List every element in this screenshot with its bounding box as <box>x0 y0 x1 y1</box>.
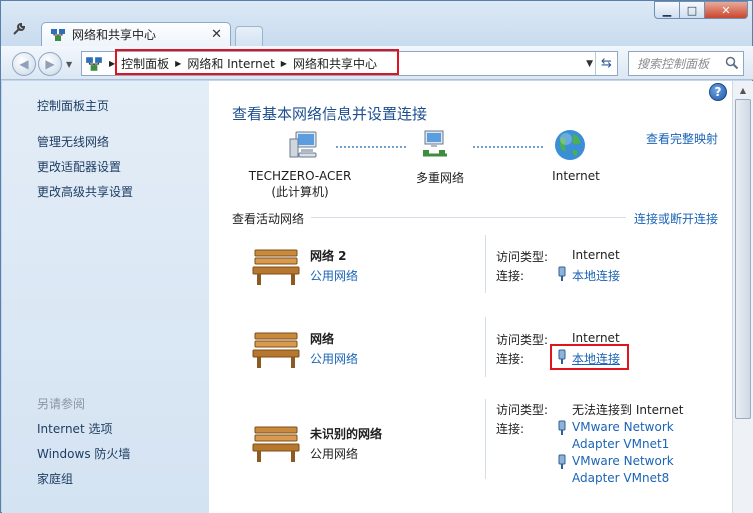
view-full-map-link[interactable]: 查看完整映射 <box>646 130 718 147</box>
tab-strip: 网络和共享中心 ✕ ▁ □ ✕ <box>1 1 753 46</box>
search-placeholder: 搜索控制面板 <box>637 57 710 71</box>
network-name: 网络 2 <box>310 249 347 263</box>
address-highlight-box <box>115 49 399 75</box>
computer-subtitle: (此计算机) <box>271 185 329 199</box>
page-title: 查看基本网络信息并设置连接 <box>232 105 428 123</box>
back-button[interactable]: ◀ <box>12 52 36 76</box>
sidebar-item-adapter-settings[interactable]: 更改适配器设置 <box>37 158 121 175</box>
address-dropdown-icon[interactable]: ▼ <box>586 59 593 69</box>
network-center-icon <box>51 28 65 41</box>
refresh-icon[interactable]: ⇆ <box>595 52 617 75</box>
map-connector-line <box>336 146 406 148</box>
new-tab-button[interactable] <box>235 26 263 46</box>
multiple-networks-icon[interactable] <box>419 129 451 161</box>
sidebar-item-advanced-sharing[interactable]: 更改高级共享设置 <box>37 183 133 200</box>
vmnet1-line-1: VMware Network <box>572 420 674 434</box>
local-connection-link[interactable]: 本地连接 <box>572 267 620 284</box>
vmnet8-connection-link[interactable]: VMware Network Adapter VMnet8 <box>572 453 674 487</box>
public-network-bench-icon[interactable] <box>251 246 301 286</box>
network-center-icon <box>86 56 102 71</box>
sidebar-item-internet-options[interactable]: Internet 选项 <box>37 420 112 437</box>
access-type-value: Internet <box>572 331 620 345</box>
vmnet8-line-2: Adapter VMnet8 <box>572 471 670 485</box>
scroll-thumb[interactable] <box>735 99 751 419</box>
search-input[interactable]: 搜索控制面板 <box>628 51 744 76</box>
network-adapter-icon <box>558 266 566 281</box>
see-also-header: 另请参阅 <box>37 397 86 411</box>
connect-disconnect-link[interactable]: 连接或断开连接 <box>634 210 718 227</box>
network-category: 公用网络 <box>310 447 359 461</box>
search-icon[interactable] <box>725 56 739 70</box>
network-category-link[interactable]: 公用网络 <box>310 267 358 284</box>
access-type-label: 访问类型: <box>496 333 549 347</box>
tab-network-center[interactable]: 网络和共享中心 ✕ <box>41 22 231 46</box>
network-adapter-icon <box>558 454 566 469</box>
network-divider <box>485 399 486 479</box>
sidebar-item-homegroup[interactable]: 家庭组 <box>37 470 73 487</box>
vmnet1-connection-link[interactable]: VMware Network Adapter VMnet1 <box>572 419 674 453</box>
navigation-bar: ◀ ▶ ▼ ▶ 控制面板 ▶ 网络和 Internet ▶ 网络和共享中心 ▼ … <box>1 46 753 80</box>
connection-highlight-box <box>550 344 629 370</box>
window-controls: ▁ □ ✕ <box>654 1 748 19</box>
tab-close-icon[interactable]: ✕ <box>211 27 222 42</box>
sidebar-item-control-panel-home[interactable]: 控制面板主页 <box>37 97 109 114</box>
active-networks-label: 查看活动网络 <box>232 212 305 226</box>
window: 网络和共享中心 ✕ ▁ □ ✕ ◀ ▶ ▼ ▶ 控制面板 ▶ 网络和 Inter… <box>0 0 753 513</box>
map-middle-label: 多重网络 <box>415 171 464 185</box>
map-computer-label: TECHZERO-ACER (此计算机) <box>245 169 355 200</box>
section-divider <box>311 217 626 218</box>
network-category-link[interactable]: 公用网络 <box>310 350 358 367</box>
vmnet8-line-1: VMware Network <box>572 454 674 468</box>
tab-title: 网络和共享中心 <box>72 28 157 42</box>
connection-label: 连接: <box>496 352 525 366</box>
vertical-scrollbar[interactable]: ▲ <box>732 81 753 513</box>
vmnet1-line-2: Adapter VMnet1 <box>572 437 670 451</box>
network-divider <box>485 235 486 293</box>
maximize-button[interactable]: □ <box>679 1 705 19</box>
minimize-button[interactable]: ▁ <box>654 1 680 19</box>
map-internet-label: Internet <box>552 169 600 183</box>
public-network-bench-icon <box>252 426 300 462</box>
network-adapter-icon <box>558 420 566 435</box>
scroll-up-icon[interactable]: ▲ <box>735 83 751 99</box>
network-name: 网络 <box>310 332 335 346</box>
computer-name: TECHZERO-ACER <box>248 169 352 183</box>
close-button[interactable]: ✕ <box>704 1 748 19</box>
connection-label: 连接: <box>496 422 525 436</box>
forward-button[interactable]: ▶ <box>38 52 62 76</box>
access-type-label: 访问类型: <box>496 250 549 264</box>
help-icon[interactable]: ? <box>709 83 727 101</box>
access-type-value: 无法连接到 Internet <box>572 403 684 417</box>
access-type-value: Internet <box>572 248 620 262</box>
network-name: 未识别的网络 <box>310 427 383 441</box>
network-divider <box>485 317 486 377</box>
connection-label: 连接: <box>496 269 525 283</box>
globe-icon[interactable] <box>553 128 587 162</box>
wrench-icon[interactable] <box>11 21 27 37</box>
access-type-label: 访问类型: <box>496 403 549 417</box>
computer-icon <box>289 131 317 158</box>
recent-pages-dropdown-icon[interactable]: ▼ <box>66 60 72 69</box>
public-network-bench-icon[interactable] <box>251 329 301 369</box>
sidebar-item-windows-firewall[interactable]: Windows 防火墙 <box>37 445 130 462</box>
sidebar-item-manage-wireless[interactable]: 管理无线网络 <box>37 133 109 150</box>
map-connector-line <box>473 146 543 148</box>
